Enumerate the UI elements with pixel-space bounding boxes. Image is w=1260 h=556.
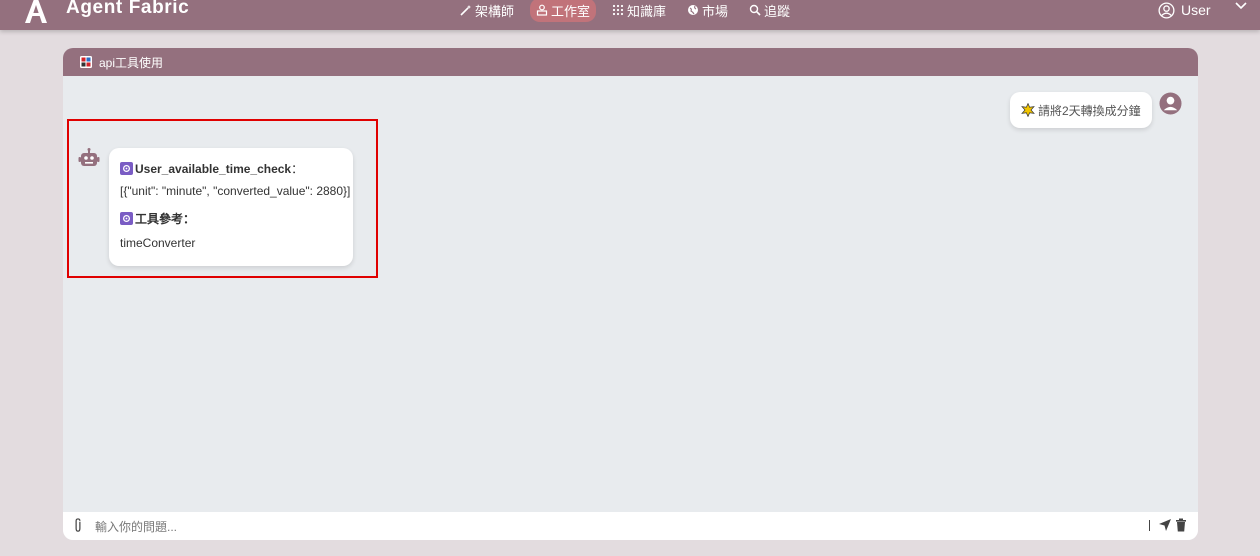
top-navigation-bar: Agent Fabric 架構師 工作室 知識庫 市場 追蹤 User — [0, 0, 1260, 30]
studio-icon — [536, 4, 548, 16]
nav-knowledge-base[interactable]: 知識庫 — [606, 0, 672, 22]
chat-input[interactable] — [93, 516, 1137, 538]
nav-knowledge-base-label: 知識庫 — [627, 3, 667, 19]
user-account-icon — [1158, 1, 1175, 19]
app-logo-icon[interactable] — [22, 0, 50, 24]
grid-icon — [612, 4, 624, 16]
user-avatar-icon — [1159, 92, 1182, 115]
nav-tracking[interactable]: 追蹤 — [743, 0, 796, 22]
trash-icon[interactable] — [1175, 518, 1187, 532]
chat-title: api工具使用 — [99, 55, 164, 70]
globe-icon — [688, 5, 698, 15]
nav-studio-label: 工作室 — [551, 3, 591, 19]
highlight-box — [67, 119, 378, 278]
nav-market[interactable]: 市場 — [681, 0, 734, 22]
brand-name: Agent Fabric — [66, 0, 190, 18]
chat-input-bar — [63, 512, 1198, 540]
nav-tracking-label: 追蹤 — [764, 3, 791, 19]
send-icon[interactable] — [1158, 518, 1172, 532]
nav-market-label: 市場 — [702, 3, 729, 19]
sparkle-icon — [1021, 103, 1035, 117]
chat-panel-header: api工具使用 — [63, 48, 1198, 76]
user-message-text: 請將2天轉換成分鐘 — [1038, 103, 1141, 118]
paperclip-icon[interactable] — [73, 518, 83, 533]
wand-icon — [460, 5, 471, 16]
user-menu[interactable]: User — [1158, 0, 1211, 22]
text-cursor — [1149, 520, 1150, 531]
api-tool-icon — [80, 56, 92, 68]
nav-studio[interactable]: 工作室 — [530, 0, 597, 22]
search-icon — [749, 4, 761, 16]
chevron-down-icon[interactable] — [1235, 2, 1247, 10]
user-label: User — [1181, 2, 1211, 18]
user-message-bubble: 請將2天轉換成分鐘 — [1010, 92, 1152, 128]
nav-architect[interactable]: 架構師 — [454, 0, 520, 22]
nav-architect-label: 架構師 — [475, 3, 515, 19]
